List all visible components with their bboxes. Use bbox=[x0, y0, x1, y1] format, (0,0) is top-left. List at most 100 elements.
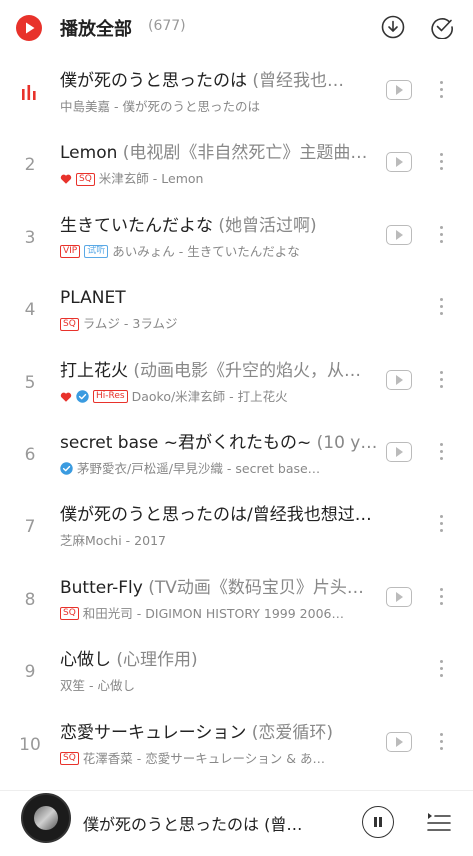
song-title: 僕が死のうと思ったのは/曾经我也想过一了… bbox=[60, 505, 378, 526]
mv-play-icon[interactable] bbox=[386, 586, 412, 607]
song-row[interactable]: 6 secret base ~君がくれたもの~ (10 y… 茅野愛衣/戸松遥/… bbox=[0, 420, 473, 492]
song-meta: 中島美嘉 - 僕が死のうと思ったのは bbox=[60, 99, 378, 115]
album-art[interactable] bbox=[21, 793, 71, 843]
multiselect-icon[interactable] bbox=[430, 15, 454, 39]
song-artist-album: 芝麻Mochi - 2017 bbox=[60, 533, 166, 549]
song-artist-album: 和田光司 - DIGIMON HISTORY 1999 2006… bbox=[82, 605, 344, 621]
track-number: 3 bbox=[24, 227, 36, 248]
track-number: 2 bbox=[24, 155, 36, 176]
song-row[interactable]: 9 心做し (心理作用) 双笙 - 心做し bbox=[0, 637, 473, 709]
mini-player[interactable]: 僕が死のうと思ったのは (曾… bbox=[0, 790, 473, 856]
list-header: 播放全部 (677) bbox=[0, 0, 473, 58]
song-row[interactable]: 僕が死のうと思ったのは (曾经我也… 中島美嘉 - 僕が死のうと思ったのは bbox=[0, 58, 473, 130]
more-options-icon[interactable] bbox=[436, 440, 448, 464]
song-meta: 芝麻Mochi - 2017 bbox=[60, 533, 378, 549]
download-icon[interactable] bbox=[381, 15, 405, 39]
now-playing-icon bbox=[22, 85, 36, 100]
song-title-line: PLANET bbox=[60, 286, 378, 310]
track-number: 6 bbox=[24, 444, 36, 465]
song-artist-album: 茅野愛衣/戸松遥/早見沙織 - secret base… bbox=[77, 460, 321, 476]
heart-icon bbox=[60, 392, 72, 402]
song-meta: SQ 花澤香菜 - 恋愛サーキュレーション & あ… bbox=[60, 751, 378, 767]
more-options-icon[interactable] bbox=[436, 512, 448, 536]
song-title-line: 恋愛サーキュレーション (恋爱循环) bbox=[60, 721, 378, 745]
song-title: 僕が死のうと思ったのは bbox=[60, 71, 247, 91]
track-number: 7 bbox=[24, 517, 36, 538]
mv-play-icon[interactable] bbox=[386, 224, 412, 245]
song-title-line: secret base ~君がくれたもの~ (10 y… bbox=[60, 431, 378, 455]
song-list: 僕が死のうと思ったのは (曾经我也… 中島美嘉 - 僕が死のうと思ったのは 2 … bbox=[0, 58, 473, 782]
mv-play-icon[interactable] bbox=[386, 152, 412, 173]
song-title-line: 打上花火 (动画电影《升空的焰火，从… bbox=[60, 359, 378, 383]
more-options-icon[interactable] bbox=[436, 78, 448, 102]
song-row[interactable]: 3 生きていたんだよな (她曾活过啊) VIP 试听 あいみょん - 生きていたんだ… bbox=[0, 203, 473, 275]
track-number: 8 bbox=[24, 589, 36, 610]
song-artist-album: Daoko/米津玄師 - 打上花火 bbox=[131, 388, 288, 404]
song-title: 生きていたんだよな bbox=[60, 215, 213, 236]
song-title: 打上花火 bbox=[60, 360, 128, 381]
song-title-line: Lemon (电视剧《非自然死亡》主题曲… bbox=[60, 141, 378, 165]
song-title: Butter-Fly bbox=[60, 577, 143, 598]
song-artist-album: ラムジ - 3ラムジ bbox=[82, 316, 178, 332]
more-options-icon[interactable] bbox=[436, 657, 448, 681]
song-title-line: 僕が死のうと思ったのは (曾经我也… bbox=[60, 69, 378, 93]
song-title: 心做し bbox=[60, 650, 111, 671]
song-row[interactable]: 2 Lemon (电视剧《非自然死亡》主题曲… SQ 米津玄師 - Lemon bbox=[0, 130, 473, 202]
track-number: 4 bbox=[24, 300, 36, 321]
song-alias: (心理作用) bbox=[111, 650, 198, 671]
song-meta: Hi-Res Daoko/米津玄師 - 打上花火 bbox=[60, 389, 378, 405]
more-options-icon[interactable] bbox=[436, 730, 448, 754]
song-row[interactable]: 10 恋愛サーキュレーション (恋爱循环) SQ 花澤香菜 - 恋愛サーキュレーシ… bbox=[0, 710, 473, 782]
song-row[interactable]: 7 僕が死のうと思ったのは/曾经我也想过一了… 芝麻Mochi - 2017 bbox=[0, 492, 473, 564]
song-title-line: 生きていたんだよな (她曾活过啊) bbox=[60, 214, 378, 238]
more-options-icon[interactable] bbox=[436, 150, 448, 174]
quality-badge: SQ bbox=[60, 752, 79, 766]
song-artist-album: 米津玄師 - Lemon bbox=[98, 171, 204, 187]
quality-badge: Hi-Res bbox=[93, 390, 128, 404]
song-artist-album: あいみょん - 生きていたんだよな bbox=[112, 243, 300, 259]
heart-icon bbox=[60, 175, 72, 185]
song-title: Lemon bbox=[60, 143, 118, 164]
song-title: 恋愛サーキュレーション bbox=[60, 722, 247, 743]
song-artist-album: 双笙 - 心做し bbox=[60, 678, 135, 694]
verified-icon bbox=[76, 390, 89, 403]
song-alias: (TV动画《数码宝贝》片头… bbox=[142, 577, 364, 598]
play-all-icon[interactable] bbox=[16, 15, 42, 41]
song-meta: SQ 和田光司 - DIGIMON HISTORY 1999 2006… bbox=[60, 606, 378, 622]
song-alias: (动画电影《升空的焰火，从… bbox=[128, 360, 362, 381]
mv-play-icon[interactable] bbox=[386, 441, 412, 462]
more-options-icon[interactable] bbox=[436, 295, 448, 319]
song-meta: VIP 试听 あいみょん - 生きていたんだよな bbox=[60, 244, 378, 260]
song-title-line: Butter-Fly (TV动画《数码宝贝》片头… bbox=[60, 576, 378, 600]
now-playing-title[interactable]: 僕が死のうと思ったのは (曾… bbox=[83, 811, 323, 835]
song-alias: (10 y… bbox=[311, 432, 378, 453]
song-meta: SQ ラムジ - 3ラムジ bbox=[60, 316, 378, 332]
pause-button[interactable] bbox=[362, 806, 394, 838]
song-alias: (电视剧《非自然死亡》主题曲… bbox=[117, 143, 368, 164]
song-title-line: 心做し (心理作用) bbox=[60, 648, 378, 672]
track-number: 5 bbox=[24, 372, 36, 393]
mv-play-icon[interactable] bbox=[386, 369, 412, 390]
song-meta: SQ 米津玄師 - Lemon bbox=[60, 171, 378, 187]
song-row[interactable]: 5 打上花火 (动画电影《升空的焰火，从… Hi-Res Daoko/米津玄師 -… bbox=[0, 348, 473, 420]
song-count: (677) bbox=[148, 18, 186, 34]
song-title-line: 僕が死のうと思ったのは/曾经我也想过一了… bbox=[60, 503, 378, 527]
mv-play-icon[interactable] bbox=[386, 731, 412, 752]
song-title: PLANET bbox=[60, 288, 126, 309]
mv-play-icon[interactable] bbox=[386, 80, 412, 100]
song-alias: (她曾活过啊) bbox=[213, 215, 317, 236]
quality-badge: SQ bbox=[76, 172, 95, 186]
play-all-label[interactable]: 播放全部 bbox=[60, 15, 132, 41]
song-artist-album: 中島美嘉 - 僕が死のうと思ったのは bbox=[60, 99, 260, 114]
more-options-icon[interactable] bbox=[436, 585, 448, 609]
song-row[interactable]: 4 PLANET SQ ラムジ - 3ラムジ bbox=[0, 275, 473, 347]
more-options-icon[interactable] bbox=[436, 368, 448, 392]
more-options-icon[interactable] bbox=[436, 223, 448, 247]
quality-badge: VIP bbox=[60, 245, 81, 259]
song-meta: 茅野愛衣/戸松遥/早見沙織 - secret base… bbox=[60, 461, 378, 477]
song-meta: 双笙 - 心做し bbox=[60, 678, 378, 694]
song-alias: (恋爱循环) bbox=[246, 722, 333, 743]
playlist-icon[interactable] bbox=[426, 809, 452, 833]
song-row[interactable]: 8 Butter-Fly (TV动画《数码宝贝》片头… SQ 和田光司 - DIG… bbox=[0, 565, 473, 637]
track-number: 9 bbox=[24, 662, 36, 683]
